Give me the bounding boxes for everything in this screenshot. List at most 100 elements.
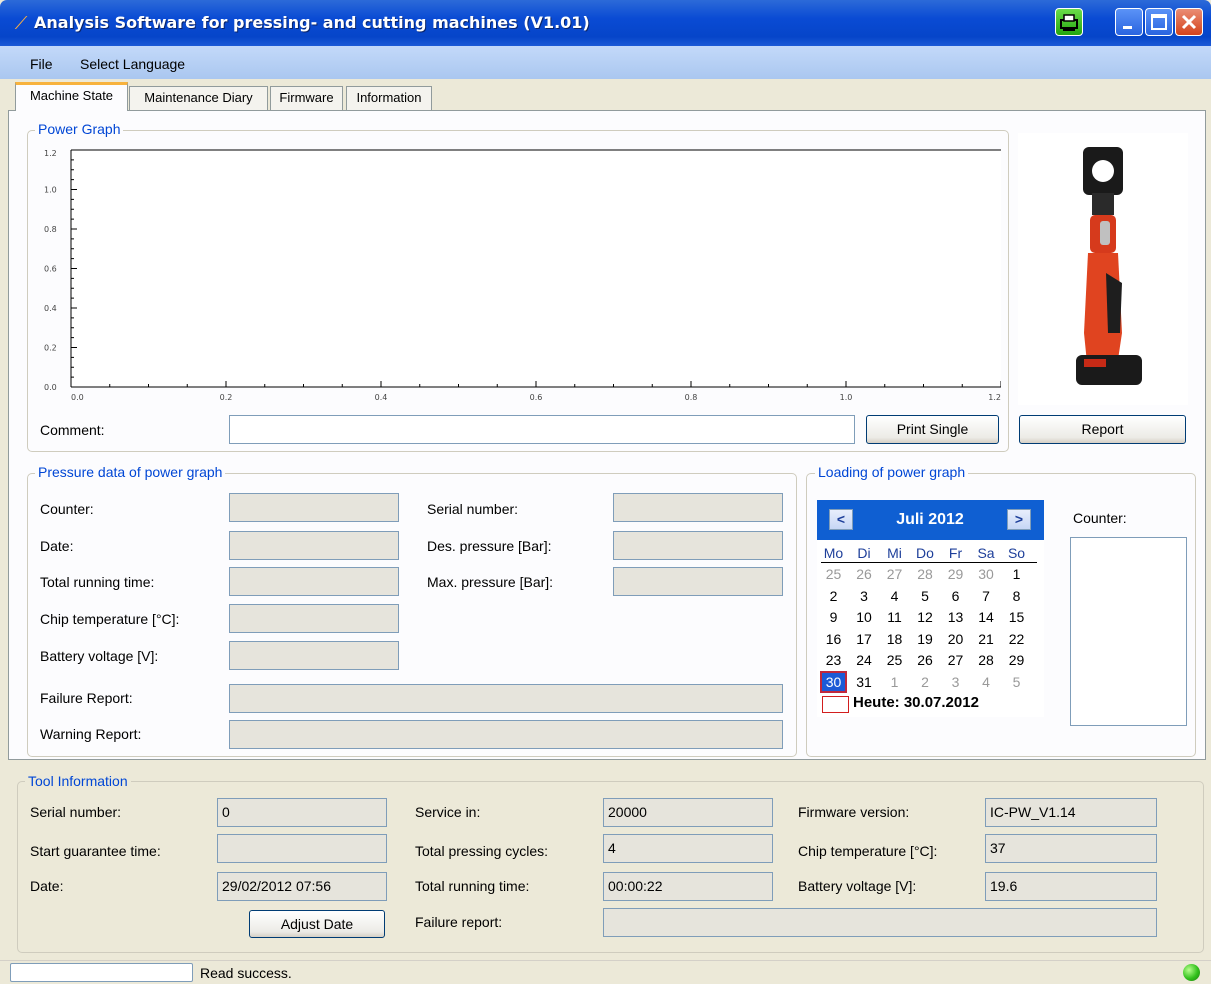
ti-chip-temp-field: 37: [985, 834, 1157, 863]
calendar-day[interactable]: 17: [853, 630, 876, 648]
calendar-day[interactable]: 28: [914, 565, 937, 583]
calendar-weekday: Do: [916, 545, 934, 561]
x-tick-label: 1.2: [988, 393, 1001, 402]
calendar-day[interactable]: 27: [883, 565, 906, 583]
print-icon[interactable]: [1055, 8, 1083, 36]
ti-total-running-field: 00:00:22: [603, 872, 773, 901]
calendar-day[interactable]: 29: [944, 565, 967, 583]
calendar-day[interactable]: 11: [883, 608, 906, 626]
calendar-weekday: Mo: [823, 545, 844, 561]
calendar-day[interactable]: 28: [975, 651, 998, 669]
calendar-day[interactable]: 19: [914, 630, 937, 648]
ti-firmware-label: Firmware version:: [798, 804, 910, 820]
maximize-button[interactable]: [1145, 8, 1173, 36]
calendar-day[interactable]: 13: [944, 608, 967, 626]
status-progress: [10, 963, 193, 982]
y-tick-label: 0.6: [44, 265, 57, 274]
counter-label: Counter:: [40, 501, 94, 517]
calendar-day[interactable]: 1: [883, 673, 906, 691]
calendar-day[interactable]: 2: [822, 587, 845, 605]
x-tick-label: 0.8: [685, 393, 698, 402]
ti-total-pressing-label: Total pressing cycles:: [415, 843, 549, 859]
chip-temperature-field: [229, 604, 399, 633]
calendar-day[interactable]: 7: [975, 587, 998, 605]
calendar-day[interactable]: 5: [1005, 673, 1028, 691]
print-single-button[interactable]: Print Single: [866, 415, 999, 444]
calendar-day[interactable]: 18: [883, 630, 906, 648]
calendar-day[interactable]: 12: [914, 608, 937, 626]
serial-number-label: Serial number:: [427, 501, 519, 517]
tab-information[interactable]: Information: [346, 86, 432, 110]
calendar-divider: [821, 562, 1037, 563]
calendar-day[interactable]: 5: [914, 587, 937, 605]
battery-voltage-label: Battery voltage [V]:: [40, 648, 159, 664]
max-pressure-label: Max. pressure [Bar]:: [427, 574, 554, 590]
y-tick-label: 1.0: [44, 186, 57, 195]
calendar-weekday: Fr: [948, 545, 963, 561]
calendar-day[interactable]: 14: [975, 608, 998, 626]
today-marker: [822, 696, 849, 713]
counter-list[interactable]: [1070, 537, 1187, 726]
calendar-day[interactable]: 26: [853, 565, 876, 583]
calendar-day[interactable]: 2: [914, 673, 937, 691]
calendar-day[interactable]: 20: [944, 630, 967, 648]
y-tick-label: 0.8: [44, 225, 57, 234]
date-field: [229, 531, 399, 560]
calendar-next-button[interactable]: >: [1007, 509, 1031, 530]
calendar-day[interactable]: 8: [1005, 587, 1028, 605]
x-tick-label: 0.4: [375, 393, 388, 402]
calendar-day[interactable]: 22: [1005, 630, 1028, 648]
calendar-day[interactable]: 10: [853, 608, 876, 626]
calendar-day[interactable]: 30: [820, 670, 847, 693]
calendar-day[interactable]: 15: [1005, 608, 1028, 626]
calendar-weekday: Di: [857, 545, 871, 561]
calendar-day[interactable]: 30: [975, 565, 998, 583]
tab-machine-state[interactable]: Machine State: [15, 82, 128, 111]
calendar-weekday: Sa: [977, 545, 995, 561]
ti-battery-field: 19.6: [985, 872, 1157, 901]
warning-report-label: Warning Report:: [40, 726, 142, 742]
calendar-day[interactable]: 4: [883, 587, 906, 605]
ti-total-running-label: Total running time:: [415, 878, 530, 894]
x-tick-label: 0.2: [220, 393, 233, 402]
plot-area: [71, 150, 1001, 387]
calendar-day[interactable]: 27: [944, 651, 967, 669]
loading-title: Loading of power graph: [815, 464, 969, 480]
menu-select-language[interactable]: Select Language: [80, 56, 185, 72]
comment-label: Comment:: [40, 422, 105, 438]
calendar-weekday: Mi: [887, 545, 902, 561]
calendar-day[interactable]: 24: [853, 651, 876, 669]
calendar-day[interactable]: 29: [1005, 651, 1028, 669]
report-button[interactable]: Report: [1019, 415, 1186, 444]
calendar-prev-button[interactable]: <: [829, 509, 853, 530]
calendar-day[interactable]: 25: [822, 565, 845, 583]
calendar-day[interactable]: 3: [853, 587, 876, 605]
calendar-day[interactable]: 26: [914, 651, 937, 669]
x-tick-label: 0.0: [71, 393, 84, 402]
adjust-date-button[interactable]: Adjust Date: [249, 910, 385, 938]
tab-firmware[interactable]: Firmware: [270, 86, 343, 110]
close-button[interactable]: [1175, 8, 1203, 36]
calendar-day[interactable]: 21: [975, 630, 998, 648]
calendar-day[interactable]: 9: [822, 608, 845, 626]
calendar-today[interactable]: Heute: 30.07.2012: [853, 694, 979, 711]
calendar-day[interactable]: 6: [944, 587, 967, 605]
y-tick-label: 0.0: [44, 383, 57, 392]
calendar-day[interactable]: 25: [883, 651, 906, 669]
ti-battery-label: Battery voltage [V]:: [798, 878, 917, 894]
calendar-day[interactable]: 16: [822, 630, 845, 648]
minimize-button[interactable]: [1115, 8, 1143, 36]
failure-report-field: [229, 684, 783, 713]
calendar-day[interactable]: 23: [822, 651, 845, 669]
calendar-day[interactable]: 4: [975, 673, 998, 691]
y-tick-label: 0.2: [44, 344, 57, 353]
menu-file[interactable]: File: [30, 56, 53, 72]
calendar-day[interactable]: 1: [1005, 565, 1028, 583]
calendar-day[interactable]: 3: [944, 673, 967, 691]
ti-failure-report-label: Failure report:: [415, 914, 503, 930]
status-text: Read success.: [200, 965, 292, 981]
calendar-day[interactable]: 31: [853, 673, 876, 691]
ti-start-guarantee-label: Start guarantee time:: [30, 843, 161, 859]
comment-input[interactable]: [229, 415, 855, 444]
tab-maintenance-diary[interactable]: Maintenance Diary: [129, 86, 268, 110]
